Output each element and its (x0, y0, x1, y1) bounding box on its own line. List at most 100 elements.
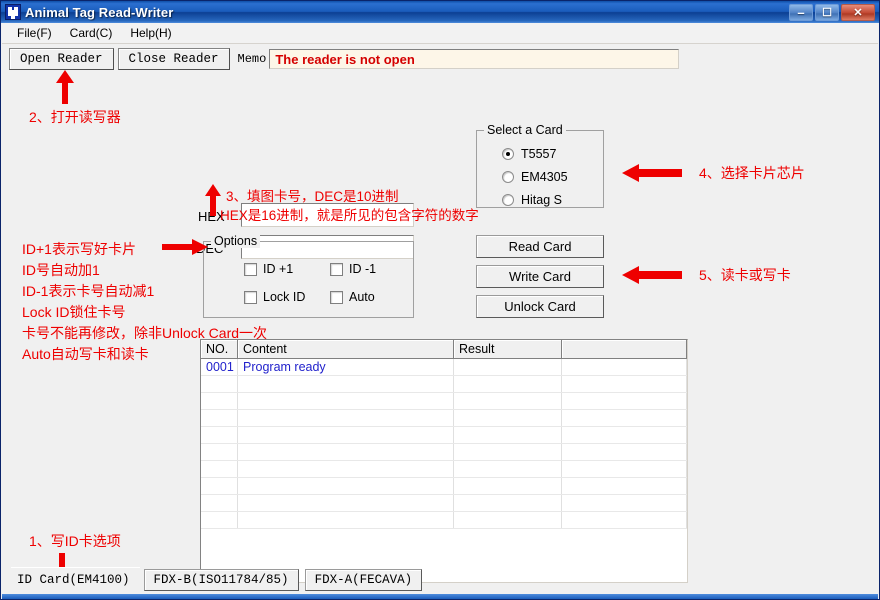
table-row-empty[interactable] (201, 427, 687, 444)
cell-empty (562, 512, 687, 528)
unlock-card-button[interactable]: Unlock Card (476, 295, 604, 318)
hex-input[interactable] (241, 203, 414, 227)
tab-id-card-em4100[interactable]: ID Card(EM4100) (11, 567, 140, 591)
grid-col-no[interactable]: NO. (201, 340, 238, 358)
cell-result (454, 359, 562, 375)
grid-col-result[interactable]: Result (454, 340, 562, 358)
cell-empty (454, 478, 562, 494)
annotation-arrow-left-select-card (622, 164, 682, 182)
table-row[interactable]: 0001 Program ready (201, 359, 687, 376)
close-reader-button[interactable]: Close Reader (117, 48, 230, 70)
checkbox-lock-id[interactable]: Lock ID (244, 290, 305, 304)
cell-empty (562, 427, 687, 443)
cell-empty (562, 478, 687, 494)
menu-file[interactable]: File(F) (8, 24, 61, 42)
cell-empty (238, 427, 454, 443)
grid-empty-rows (201, 376, 687, 529)
annotation-options-note-3: ID-1表示卡号自动减1 (22, 283, 155, 299)
radio-icon (502, 171, 514, 183)
result-grid[interactable]: NO. Content Result 0001 Program ready (200, 339, 688, 583)
cell-empty (562, 393, 687, 409)
checkbox-id-minus-1[interactable]: ID -1 (330, 262, 376, 276)
checkbox-icon (330, 290, 343, 304)
cell-empty (562, 376, 687, 392)
table-row-empty[interactable] (201, 461, 687, 478)
grid-col-extra[interactable] (562, 340, 687, 358)
annotation-arrow-left-card-actions (622, 266, 682, 284)
title-bar: Animal Tag Read-Writer – ☐ ✕ (1, 1, 879, 23)
open-reader-button[interactable]: Open Reader (9, 48, 114, 70)
cell-empty (201, 376, 238, 392)
grid-header-row: NO. Content Result (201, 340, 687, 359)
checkbox-id-plus-1-label: ID +1 (263, 262, 294, 276)
client-area: HEX DEC Select a Card T5557 EM4305 Hitag… (2, 70, 878, 599)
annotation-step-1: 1、写ID卡选项 (29, 533, 121, 549)
cell-empty (454, 393, 562, 409)
hex-label: HEX (198, 209, 225, 224)
radio-icon (502, 194, 514, 206)
memo-status-text: The reader is not open (275, 51, 415, 67)
cell-empty (201, 478, 238, 494)
radio-t5557[interactable]: T5557 (502, 147, 556, 161)
annotation-step-5: 5、读卡或写卡 (699, 267, 791, 283)
cell-empty (238, 376, 454, 392)
status-strip (2, 594, 878, 599)
write-card-button[interactable]: Write Card (476, 265, 604, 288)
annotation-step-4: 4、选择卡片芯片 (699, 165, 805, 181)
cell-empty (238, 512, 454, 528)
annotation-options-note-4: Lock ID锁住卡号 (22, 304, 126, 320)
annotation-options-note-2: ID号自动加1 (22, 262, 100, 278)
table-row-empty[interactable] (201, 478, 687, 495)
checkbox-lock-id-label: Lock ID (263, 290, 306, 304)
cell-empty (238, 410, 454, 426)
radio-icon (502, 148, 514, 160)
menu-help[interactable]: Help(H) (121, 24, 180, 42)
options-title: Options (211, 234, 261, 248)
radio-hitag-s[interactable]: Hitag S (502, 193, 562, 207)
table-row-empty[interactable] (201, 393, 687, 410)
application-window: Animal Tag Read-Writer – ☐ ✕ File(F) Car… (0, 0, 880, 600)
cell-empty (454, 512, 562, 528)
cell-extra (562, 359, 687, 375)
table-row-empty[interactable] (201, 410, 687, 427)
read-card-button[interactable]: Read Card (476, 235, 604, 258)
radio-em4305[interactable]: EM4305 (502, 170, 568, 184)
tab-fdx-a[interactable]: FDX-A(FECAVA) (304, 569, 423, 591)
cell-empty (201, 512, 238, 528)
close-icon: ✕ (853, 6, 863, 19)
checkbox-id-plus-1[interactable]: ID +1 (244, 262, 293, 276)
memo-label: Memo (237, 52, 267, 66)
maximize-button[interactable]: ☐ (815, 3, 839, 21)
cell-empty (201, 461, 238, 477)
memo-status-box: The reader is not open (269, 49, 680, 69)
tab-strip: ID Card(EM4100) FDX-B(ISO11784/85) FDX-A… (11, 567, 428, 591)
options-group: Options ID +1 ID -1 Lock ID Auto (203, 234, 414, 318)
checkbox-auto[interactable]: Auto (330, 290, 375, 304)
radio-t5557-label: T5557 (521, 147, 557, 161)
cell-empty (201, 427, 238, 443)
close-button[interactable]: ✕ (841, 3, 875, 21)
cell-empty (562, 461, 687, 477)
cell-empty (562, 444, 687, 460)
table-row-empty[interactable] (201, 376, 687, 393)
grid-col-content[interactable]: Content (238, 340, 454, 358)
minimize-icon: – (797, 4, 805, 20)
table-row-empty[interactable] (201, 512, 687, 529)
cell-empty (238, 393, 454, 409)
cell-empty (454, 410, 562, 426)
annotation-options-note-1: ID+1表示写好卡片 (22, 241, 136, 257)
menu-card[interactable]: Card(C) (61, 24, 122, 42)
minimize-button[interactable]: – (789, 3, 813, 21)
select-a-card-group: Select a Card T5557 EM4305 Hitag S (476, 123, 604, 208)
cell-empty (201, 410, 238, 426)
table-row-empty[interactable] (201, 444, 687, 461)
annotation-arrow-up-open-reader (56, 70, 74, 104)
annotation-options-note-6: Auto自动写卡和读卡 (22, 346, 149, 362)
cell-content: Program ready (238, 359, 454, 375)
table-row-empty[interactable] (201, 495, 687, 512)
tab-fdx-b[interactable]: FDX-B(ISO11784/85) (143, 569, 299, 591)
annotation-step-2: 2、打开读写器 (29, 109, 121, 125)
cell-empty (201, 393, 238, 409)
checkbox-auto-label: Auto (349, 290, 375, 304)
cell-empty (238, 444, 454, 460)
